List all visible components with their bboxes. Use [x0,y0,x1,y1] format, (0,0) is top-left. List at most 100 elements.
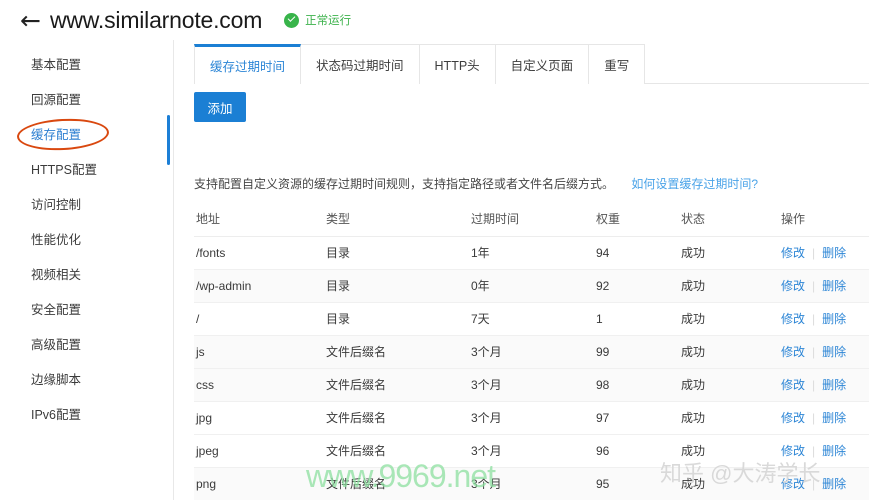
column-header-type: 类型 [324,202,469,236]
delete-link[interactable]: 删除 [822,378,846,392]
cell-expire: 3个月 [469,335,594,368]
cell-actions: 修改 | 删除 [779,368,869,401]
table-row: /wp-admin 目录 0年 92 成功 修改|删除 [194,269,869,302]
table-row: css 文件后缀名 3个月 98 成功 修改|删除 [194,368,869,401]
tab-cache-expire[interactable]: 缓存过期时间 [194,44,301,84]
sidebar-item-security[interactable]: 安全配置 [0,291,173,326]
edit-link[interactable]: 修改 [781,378,805,392]
cell-address: jpeg [194,434,324,467]
table-row: /fonts 目录 1年 94 成功 修改|删除 [194,236,869,269]
action-separator: | [812,378,815,392]
cell-type: 文件后缀名 [324,434,469,467]
table-row: jpeg 文件后缀名 3个月 96 成功 修改|删除 [194,434,869,467]
status-badge: 正常运行 [284,12,351,28]
sidebar-item-basic[interactable]: 基本配置 [0,46,173,81]
cell-type: 文件后缀名 [324,335,469,368]
sidebar-item-cache[interactable]: 缓存配置 [0,116,173,151]
cell-weight: 99 [594,335,679,368]
delete-link[interactable]: 删除 [822,411,846,425]
delete-link[interactable]: 删除 [822,477,846,491]
cell-expire: 1年 [469,236,594,269]
cell-type: 目录 [324,269,469,302]
column-header-expire: 过期时间 [469,202,594,236]
sidebar-item-label: IPv6配置 [31,404,81,423]
status-badge-label: 正常运行 [305,12,351,28]
action-separator: | [812,477,815,491]
arrow-left-icon[interactable]: ← [20,8,41,33]
edit-link[interactable]: 修改 [781,345,805,359]
tab-status-code-expire[interactable]: 状态码过期时间 [300,44,420,84]
cell-address: jpg [194,401,324,434]
sidebar-item-label: 高级配置 [31,334,81,353]
action-separator: | [812,444,815,458]
cell-status: 成功 [679,302,779,335]
sidebar-item-label: 视频相关 [31,264,81,283]
table-row: / 目录 7天 1 成功 修改|删除 [194,302,869,335]
sidebar-item-origin[interactable]: 回源配置 [0,81,173,116]
table-row: jpg 文件后缀名 3个月 97 成功 修改|删除 [194,401,869,434]
sidebar-item-ipv6[interactable]: IPv6配置 [0,396,173,431]
cell-status: 成功 [679,401,779,434]
sidebar-item-label: 安全配置 [31,299,81,318]
sidebar-scrollbar[interactable] [166,40,171,500]
hint-text: 支持配置自定义资源的缓存过期时间规则，支持指定路径或者文件名后缀方式。 [194,177,614,191]
sidebar-item-label: 基本配置 [31,54,81,73]
edit-link[interactable]: 修改 [781,312,805,326]
delete-link[interactable]: 删除 [822,279,846,293]
edit-link[interactable]: 修改 [781,411,805,425]
table-header-row: 地址 类型 过期时间 权重 状态 操作 [194,202,869,236]
sidebar-scrollbar-thumb[interactable] [167,115,170,165]
hint-text-row: 支持配置自定义资源的缓存过期时间规则，支持指定路径或者文件名后缀方式。 如何设置… [194,175,758,192]
delete-link[interactable]: 删除 [822,312,846,326]
edit-link[interactable]: 修改 [781,246,805,260]
edit-link[interactable]: 修改 [781,444,805,458]
tab-label: HTTP头 [435,55,480,74]
sidebar-item-video[interactable]: 视频相关 [0,256,173,291]
edit-link[interactable]: 修改 [781,477,805,491]
delete-link[interactable]: 删除 [822,246,846,260]
sidebar-item-https[interactable]: HTTPS配置 [0,151,173,186]
help-link[interactable]: 如何设置缓存过期时间? [631,177,758,191]
cell-status: 成功 [679,434,779,467]
action-separator: | [812,279,815,293]
cell-weight: 1 [594,302,679,335]
sidebar-item-label: 访问控制 [31,194,81,213]
sidebar-item-edge-script[interactable]: 边缘脚本 [0,361,173,396]
cell-actions: 修改|删除 [779,335,869,368]
add-button[interactable]: 添加 [194,92,246,122]
cell-expire: 3个月 [469,467,594,500]
column-header-actions: 操作 [779,202,869,236]
cell-expire: 3个月 [469,368,594,401]
tab-label: 重写 [604,55,629,74]
tab-http-header[interactable]: HTTP头 [419,44,496,84]
tab-custom-page[interactable]: 自定义页面 [495,44,590,84]
cell-status: 成功 [679,368,779,401]
sidebar-item-performance[interactable]: 性能优化 [0,221,173,256]
cell-type: 目录 [324,302,469,335]
delete-link[interactable]: 删除 [822,345,846,359]
cell-weight: 98 [594,368,679,401]
cell-weight: 92 [594,269,679,302]
cell-weight: 94 [594,236,679,269]
cell-actions: 修改 | 删除 [779,401,869,434]
action-separator: | [812,246,815,260]
page-title: www.similarnote.com [50,7,262,34]
cache-rules-table-wrapper: 地址 类型 过期时间 权重 状态 操作 /fonts 目录 1年 94 成功 [194,202,869,500]
sidebar-item-label: 缓存配置 [31,124,81,143]
cell-actions: 修改|删除 [779,302,869,335]
cell-expire: 7天 [469,302,594,335]
sidebar-item-label: HTTPS配置 [31,159,97,178]
edit-link[interactable]: 修改 [781,279,805,293]
cell-type: 文件后缀名 [324,467,469,500]
column-header-address: 地址 [194,202,324,236]
action-separator: | [812,411,815,425]
sidebar-item-label: 性能优化 [31,229,81,248]
tab-bar: 缓存过期时间 状态码过期时间 HTTP头 自定义页面 重写 [194,44,869,84]
sidebar-item-access-control[interactable]: 访问控制 [0,186,173,221]
main-content: 缓存过期时间 状态码过期时间 HTTP头 自定义页面 重写 添加 支持配置自定义… [174,40,869,500]
cell-address: css [194,368,324,401]
delete-link[interactable]: 删除 [822,444,846,458]
cell-address: / [194,302,324,335]
sidebar-item-advanced[interactable]: 高级配置 [0,326,173,361]
tab-rewrite[interactable]: 重写 [588,44,645,84]
